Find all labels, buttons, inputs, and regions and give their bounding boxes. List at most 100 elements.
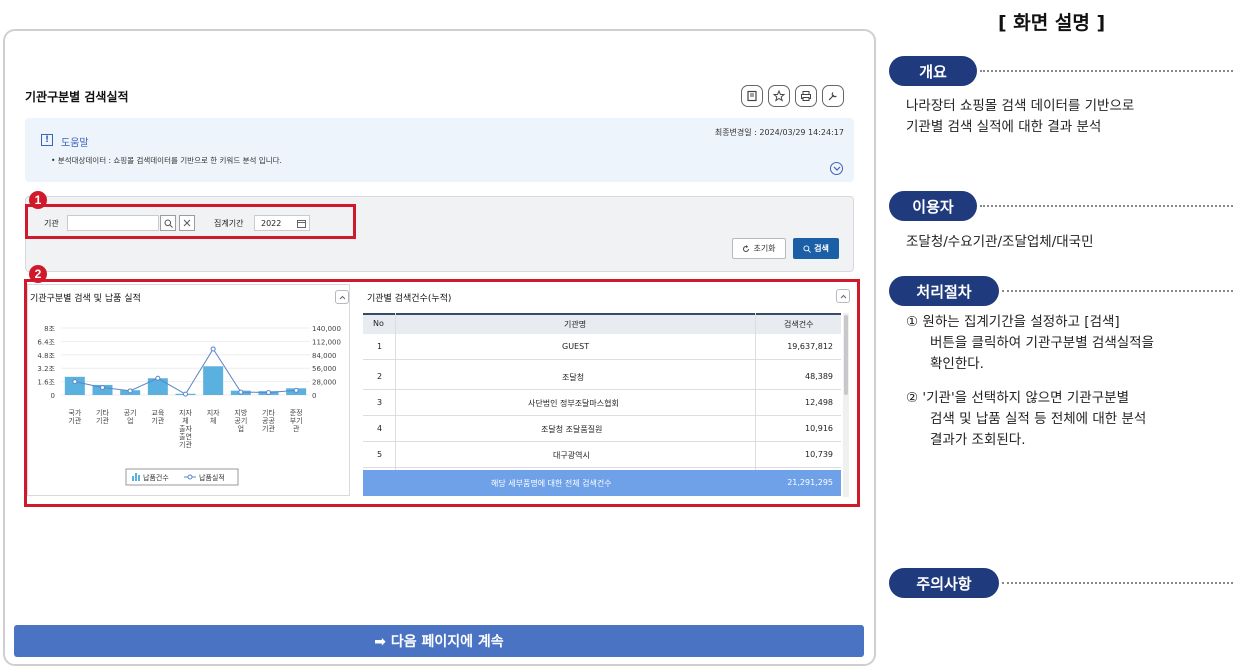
table-collapse-button[interactable] [836, 289, 850, 303]
category-label: 공공 [262, 417, 275, 425]
category-label: 기관 [262, 424, 275, 433]
help-info-icon: ! [41, 134, 53, 146]
legend-line-marker [187, 474, 193, 480]
procedure-line: ② '기관'을 선택하지 않으면 기관구분별 [906, 390, 1129, 406]
user-text: 조달청/수요기관/조달업체/대국민 [906, 234, 1094, 250]
last-updated: 최종변경일 : 2024/03/29 14:24:17 [714, 128, 844, 137]
legend-bar-swatch [138, 475, 140, 481]
procedure-step-2: ② '기관'을 선택하지 않으면 기관구분별 검색 및 납품 실적 등 전체에 … [906, 388, 1146, 451]
line-point-0 [72, 379, 78, 385]
category-label: 지자 [207, 408, 220, 417]
divider-dots [1002, 290, 1233, 292]
table-header: No 기관명 검색건수 [363, 313, 841, 334]
overview-line: 나라장터 쇼핑몰 검색 데이터를 기반으로 [906, 98, 1135, 114]
procedure-line: 확인한다. [930, 356, 984, 372]
line-point-3 [155, 375, 161, 381]
category-label: 공기 [124, 408, 137, 417]
table-row[interactable]: 2 조달청 48,389 [363, 364, 841, 390]
reset-button[interactable]: 초기화 [732, 238, 786, 259]
row-org-name: 조달청 조달품질원 [541, 425, 603, 434]
table-row[interactable]: 5 대구광역시 10,739 [363, 442, 841, 468]
reset-label: 초기화 [753, 244, 776, 253]
category-label: 기타 [96, 408, 109, 417]
category-label: 기관 [96, 416, 109, 425]
manual-button[interactable] [741, 85, 763, 107]
row-org-name: GUEST [562, 342, 590, 351]
divider-dots [980, 70, 1233, 72]
category-label: 업 [238, 425, 244, 433]
total-row: 해당 세부품명에 대한 전체 검색건수 21,291,295 [363, 470, 841, 496]
table-panel: 기관별 검색건수(누적) No 기관명 검색건수 1 GUEST 19,637,… [363, 284, 856, 500]
right-tick-label: 56,000 [312, 365, 337, 373]
category-label: 준정 [290, 408, 303, 417]
settings-button[interactable] [822, 85, 844, 107]
right-tick-label: 84,000 [312, 352, 337, 360]
badge-1: 1 [29, 191, 47, 209]
left-tick-label: 6.4조 [37, 338, 55, 346]
overview-line: 기관별 검색 실적에 대한 결과 분석 [906, 119, 1102, 135]
badge-2: 2 [29, 265, 47, 283]
row-count: 10,739 [805, 450, 833, 459]
row-count: 48,389 [805, 372, 833, 381]
category-label: 기관 [179, 440, 192, 449]
chevron-up-icon [840, 294, 846, 298]
category-label: 기관 [68, 416, 81, 425]
row-no: 5 [377, 450, 383, 459]
help-title: 도움말 [61, 138, 89, 149]
category-label: 교육 [151, 409, 164, 417]
overview-pill: 개요 [889, 56, 977, 86]
category-label: 체 [210, 417, 216, 425]
category-label: 기타 [262, 408, 275, 417]
category-label: 출연 [179, 432, 192, 441]
legend-label-bars: 납품건수 [143, 473, 169, 482]
category-label: 기관 [151, 416, 164, 425]
category-label: 업 [127, 417, 133, 425]
next-page-banner[interactable]: ➡ 다음 페이지에 계속 [14, 625, 864, 657]
help-box: ! 도움말 • 분석대상데이터 : 쇼핑몰 검색데이터를 기반으로 한 키워드 … [25, 118, 854, 182]
total-value: 21,291,295 [787, 478, 833, 487]
table-row[interactable]: 4 조달청 조달품질원 10,916 [363, 416, 841, 442]
row-no: 1 [377, 342, 383, 351]
category-label: 부기 [290, 416, 303, 425]
procedure-line: 결과가 조회된다. [930, 432, 1026, 448]
search-button[interactable]: 검색 [793, 238, 839, 259]
chart-collapse-button[interactable] [335, 290, 349, 304]
right-tick-label: 140,000 [312, 325, 341, 333]
print-button[interactable] [795, 85, 817, 107]
line-point-2 [127, 388, 133, 394]
row-no: 3 [377, 398, 383, 407]
help-toggle-button[interactable] [830, 162, 843, 175]
search-label: 검색 [814, 244, 829, 253]
row-no: 4 [377, 424, 383, 433]
category-label: 지방 [234, 408, 247, 417]
row-org-name: 대구광역시 [553, 451, 590, 460]
legend-bar-swatch [135, 473, 137, 481]
table-row[interactable]: 1 GUEST 19,637,812 [363, 334, 841, 360]
header-search-count: 검색건수 [784, 320, 814, 329]
procedure-step-1: ① 원하는 집계기간을 설정하고 [검색] 버튼을 클릭하여 기관구분별 검색실… [906, 312, 1154, 375]
line-point-7 [266, 389, 271, 395]
left-tick-label: 3.2조 [37, 365, 55, 373]
category-label: 출자 [179, 424, 192, 433]
table-scrollbar[interactable] [843, 313, 849, 497]
chart-panel: 기관구분별 검색 및 납품 실적 8조 6.4조 4.8조 3.2조 1.6조 0 140,… [27, 284, 350, 496]
favorite-button[interactable] [768, 85, 790, 107]
line-point-1 [100, 384, 105, 390]
procedure-line: ① 원하는 집계기간을 설정하고 [검색] [906, 314, 1120, 330]
table-panel-title: 기관별 검색건수(누적) [367, 294, 452, 304]
row-count: 19,637,812 [787, 342, 833, 351]
table-row[interactable]: 3 사단법인 정부조달마스협회 12,498 [363, 390, 841, 416]
row-org-name: 조달청 [562, 373, 585, 382]
legend-label-line: 납품실적 [199, 473, 225, 482]
chart-panel-title: 기관구분별 검색 및 납품 실적 [30, 294, 141, 304]
overview-text: 나라장터 쇼핑몰 검색 데이터를 기반으로 기관별 검색 실적에 대한 결과 분… [906, 96, 1134, 138]
bar-5 [203, 366, 224, 395]
caution-pill: 주의사항 [889, 568, 999, 598]
row-count: 12,498 [805, 398, 833, 407]
legend-bar-swatch [132, 476, 134, 481]
manual-icon [747, 90, 757, 102]
header-no: No [373, 319, 384, 328]
scrollbar-thumb[interactable] [844, 315, 848, 395]
bar-3 [147, 378, 168, 395]
line-point-5 [210, 346, 216, 352]
